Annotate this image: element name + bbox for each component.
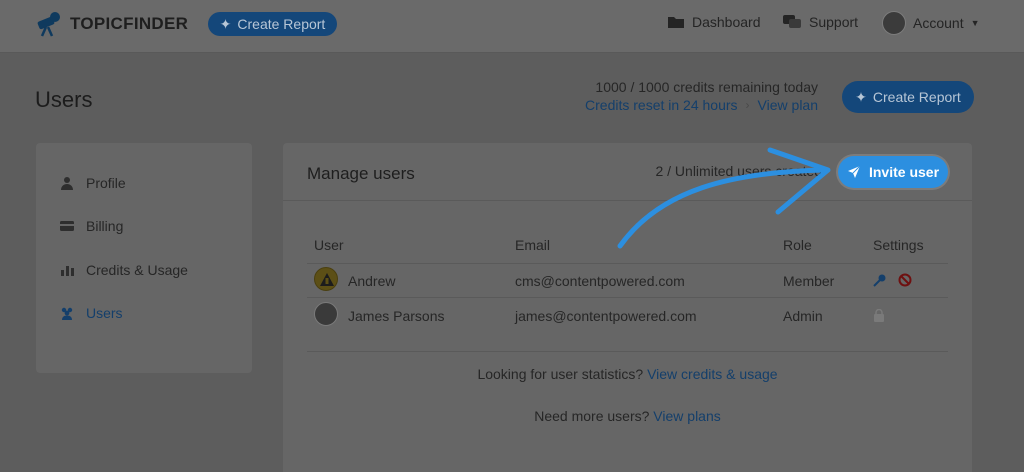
column-header-user: User [314, 237, 344, 253]
card-icon [60, 221, 74, 231]
brand-logo[interactable]: TOPICFINDER [36, 11, 188, 37]
avatar [882, 11, 906, 35]
ban-icon[interactable] [898, 273, 912, 287]
more-users-text: Need more users? [534, 408, 650, 424]
column-header-settings: Settings [873, 237, 924, 253]
nav-create-report-label: Create Report [237, 16, 326, 32]
nav-support[interactable]: Support [782, 14, 858, 30]
divider [307, 297, 948, 298]
avatar [314, 267, 338, 291]
user-name: James Parsons [348, 308, 445, 324]
nav-create-report-button[interactable]: ✦ Create Report [208, 12, 337, 36]
sidebar-item-credits-usage[interactable]: Credits & Usage [60, 262, 188, 278]
nav-account-label: Account [913, 15, 964, 31]
sidebar-item-label: Credits & Usage [86, 262, 188, 278]
nav-dashboard[interactable]: Dashboard [667, 14, 761, 30]
top-navbar: TOPICFINDER ✦ Create Report Dashboard Su… [0, 0, 1024, 53]
lock-icon [874, 309, 884, 322]
sidebar-item-users[interactable]: Users [60, 305, 123, 321]
user-role: Member [783, 273, 835, 289]
folder-icon [668, 17, 684, 28]
user-icon [61, 177, 73, 190]
sidebar-item-profile[interactable]: Profile [60, 175, 126, 191]
user-role: Admin [783, 308, 823, 324]
sparkle-icon: ✦ [219, 15, 232, 32]
nav-account[interactable]: Account ▼ [882, 11, 980, 35]
page-title: Users [35, 87, 93, 112]
view-plan-link[interactable]: View plan [758, 97, 818, 113]
sidebar-item-label: Users [86, 305, 123, 321]
user-email: james@contentpowered.com [515, 308, 697, 324]
nav-dashboard-label: Dashboard [692, 14, 761, 30]
chat-icon [783, 15, 801, 28]
stats-text: Looking for user statistics? [477, 366, 644, 382]
key-icon[interactable] [873, 273, 887, 287]
credits-links: Credits reset in 24 hours › View plan [585, 97, 818, 113]
brand-name: TOPICFINDER [70, 14, 189, 33]
panel-title: Manage users [307, 164, 415, 183]
chevron-down-icon: ▼ [970, 18, 980, 28]
avatar [314, 302, 338, 326]
nav-support-label: Support [809, 14, 859, 30]
divider [307, 351, 948, 352]
users-count: 2 / Unlimited users created [655, 163, 822, 179]
sidebar-item-label: Billing [86, 218, 124, 234]
view-plans-link[interactable]: View plans [653, 408, 720, 424]
column-header-email: Email [515, 237, 551, 253]
create-report-label: Create Report [872, 89, 961, 105]
bar-chart-icon [61, 266, 74, 276]
telescope-icon [37, 12, 60, 37]
invite-user-button[interactable]: Invite user [838, 156, 948, 188]
user-name: Andrew [348, 273, 396, 289]
credits-reset-link[interactable]: Credits reset in 24 hours [585, 97, 738, 113]
column-header-role: Role [783, 237, 812, 253]
avatar-figure-icon [320, 273, 334, 286]
sidebar-item-billing[interactable]: Billing [60, 218, 123, 234]
users-icon [61, 307, 73, 320]
divider [307, 263, 948, 264]
invite-user-label: Invite user [868, 164, 940, 180]
settings-sidebar: Profile Billing Credits & Usage Users [36, 143, 252, 373]
view-credits-usage-link[interactable]: View credits & usage [647, 366, 777, 382]
stats-note: Looking for user statistics? View credit… [283, 366, 972, 382]
more-users-note: Need more users? View plans [283, 408, 972, 424]
sparkle-icon: ✦ [855, 88, 867, 105]
chevron-right-icon: › [745, 98, 750, 112]
create-report-button[interactable]: ✦ Create Report [842, 81, 974, 113]
user-email: cms@contentpowered.com [515, 273, 685, 289]
sidebar-item-label: Profile [86, 175, 126, 191]
credits-remaining: 1000 / 1000 credits remaining today [595, 79, 818, 95]
paper-plane-icon [847, 165, 861, 178]
